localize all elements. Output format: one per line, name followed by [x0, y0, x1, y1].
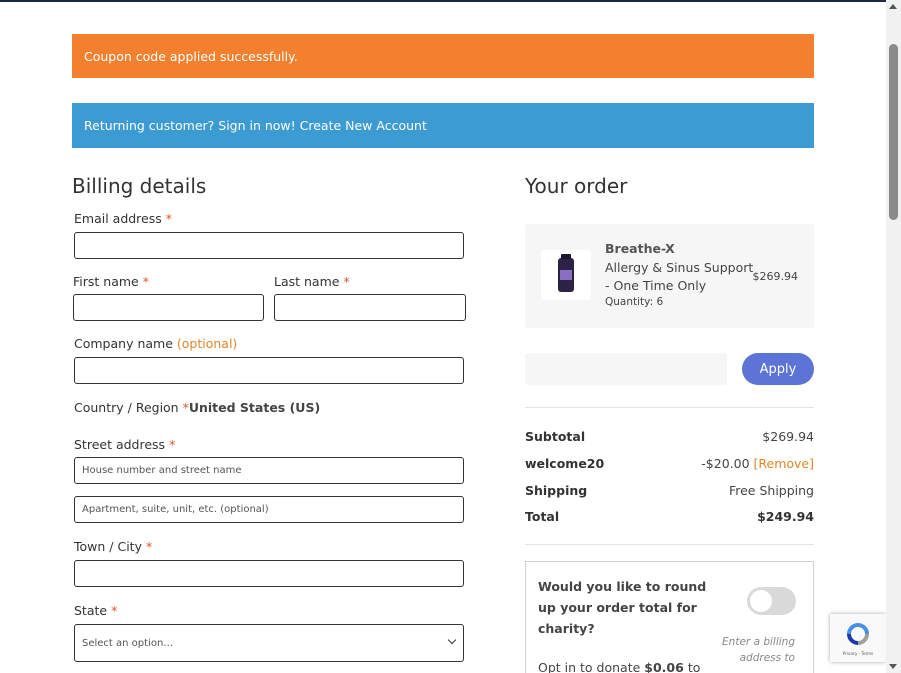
product-image [541, 250, 591, 300]
charity-note: Enter a billing address to [722, 636, 795, 664]
subtotal-value: $269.94 [762, 429, 814, 444]
city-label: Town / City * [74, 539, 153, 554]
charity-question: Would you like to round up your order to… [538, 579, 707, 636]
product-quantity: Quantity: 6 [605, 296, 664, 308]
country-row: Country / Region *United States (US) [74, 400, 321, 415]
total-label: Total [525, 509, 560, 524]
state-select[interactable]: Select an option… [74, 624, 464, 662]
first-name-label: First name * [73, 274, 149, 289]
scroll-down-icon[interactable] [889, 664, 897, 669]
apartment-field[interactable]: Apartment, suite, unit, etc. (optional) [74, 496, 464, 523]
coupon-success-notice: Coupon code applied successfully. [72, 34, 814, 78]
email-label: Email address * [74, 211, 172, 226]
charity-roundup-box: Would you like to round up your order to… [525, 561, 814, 673]
state-label: State * [74, 603, 118, 618]
top-border [0, 0, 886, 2]
charity-amount: $0.06 [644, 660, 684, 673]
apply-coupon-button[interactable]: Apply [742, 353, 814, 385]
street-label: Street address * [74, 437, 176, 452]
shipping-row: Shipping Free Shipping [525, 483, 814, 498]
product-brand: Breathe-X [605, 241, 675, 256]
coupon-success-text: Coupon code applied successfully. [84, 48, 298, 64]
subtotal-row: Subtotal $269.94 [525, 429, 814, 444]
total-row: Total $249.94 [525, 509, 814, 524]
billing-title: Billing details [72, 174, 207, 198]
shipping-label: Shipping [525, 483, 588, 498]
last-name-label: Last name * [274, 274, 350, 289]
company-field[interactable] [74, 357, 464, 384]
apartment-placeholder: Apartment, suite, unit, etc. (optional) [82, 504, 269, 515]
total-value: $249.94 [757, 509, 814, 524]
charity-optin-text: Opt in to donate $0.06 to [538, 660, 701, 673]
remove-coupon-link[interactable]: [Remove] [754, 456, 814, 471]
subtotal-label: Subtotal [525, 429, 586, 444]
coupon-row: welcome20 -$20.00 [Remove] [525, 456, 814, 471]
charity-toggle[interactable] [747, 587, 796, 615]
divider [525, 407, 814, 408]
scrollbar[interactable] [886, 0, 901, 673]
last-name-field[interactable] [274, 294, 466, 321]
coupon-code-input[interactable] [525, 353, 727, 385]
company-label: Company name (optional) [74, 336, 238, 351]
coupon-value: -$20.00 [701, 456, 750, 471]
recaptcha-badge[interactable]: Privacy - Terms [830, 614, 886, 662]
order-title: Your order [525, 174, 628, 198]
recaptcha-text[interactable]: Privacy - Terms [832, 651, 884, 656]
city-field[interactable] [74, 560, 464, 587]
email-field[interactable] [74, 232, 464, 259]
chevron-down-icon [447, 635, 457, 645]
toggle-knob [750, 590, 772, 612]
street-address-field[interactable]: House number and street name [74, 457, 464, 484]
product-name-line2: - One Time Only [605, 278, 707, 293]
order-product: Breathe-X Allergy & Sinus Support - One … [525, 224, 814, 328]
coupon-value-wrap: -$20.00 [Remove] [701, 456, 814, 471]
scroll-up-icon[interactable] [889, 4, 897, 9]
country-label: Country / Region [74, 400, 179, 415]
first-name-field[interactable] [73, 294, 264, 321]
product-name-line1: Allergy & Sinus Support [605, 260, 754, 275]
country-value: United States (US) [188, 400, 321, 415]
returning-customer-notice[interactable]: Returning customer? Sign in now! Create … [72, 103, 814, 148]
state-placeholder: Select an option… [82, 637, 174, 649]
recaptcha-icon [847, 623, 869, 645]
scrollbar-thumb[interactable] [889, 44, 898, 220]
street-placeholder: House number and street name [82, 465, 242, 476]
bottle-icon [558, 254, 574, 292]
divider [525, 544, 814, 545]
coupon-label: welcome20 [525, 456, 605, 471]
shipping-value: Free Shipping [728, 483, 814, 498]
product-price: $269.94 [752, 270, 799, 283]
returning-customer-text[interactable]: Returning customer? Sign in now! Create … [84, 118, 427, 133]
